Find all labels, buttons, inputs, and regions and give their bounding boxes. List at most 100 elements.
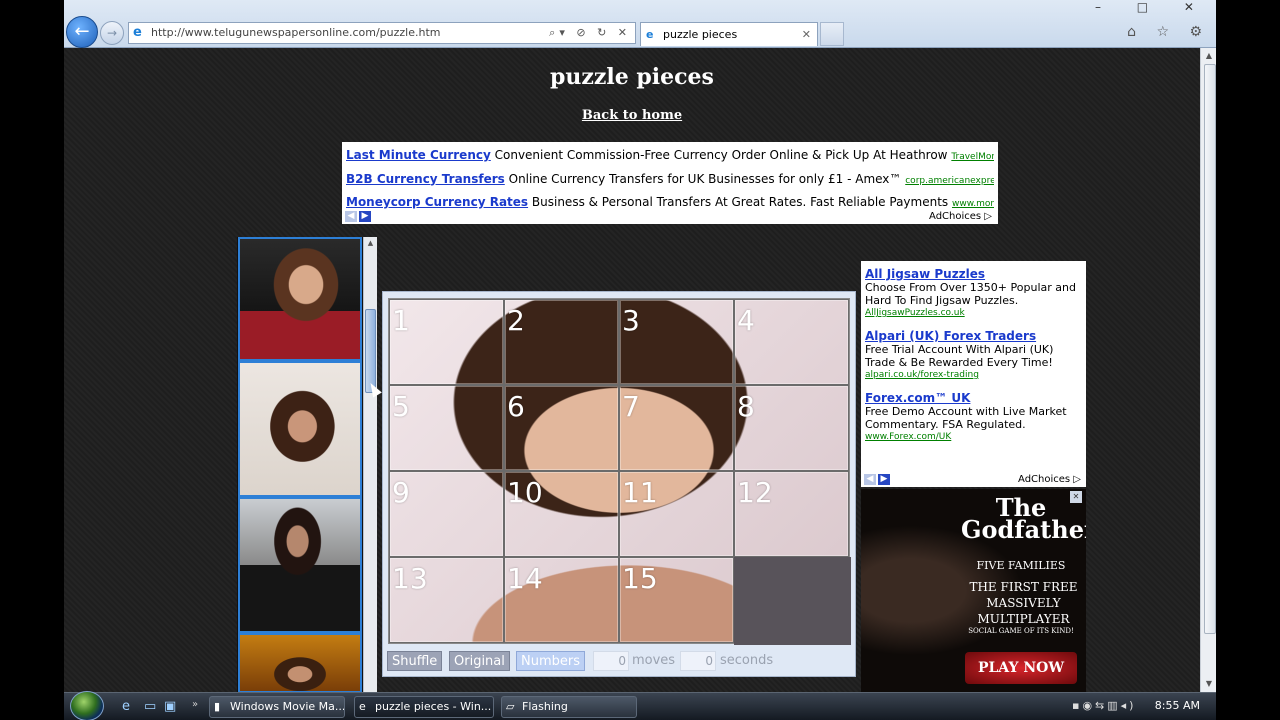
ad-url[interactable]: TravelMoneyNow.com bbox=[951, 152, 994, 162]
ie-quicklaunch-icon[interactable]: e bbox=[122, 699, 130, 714]
tab-title: puzzle pieces bbox=[663, 28, 738, 41]
page-scroll-thumb[interactable] bbox=[1204, 64, 1216, 634]
tile-number: 7 bbox=[622, 390, 640, 423]
task-label: puzzle pieces - Win... bbox=[375, 700, 492, 713]
thumbnail-image[interactable] bbox=[238, 237, 362, 361]
movie-maker-icon: ▮ bbox=[214, 700, 221, 713]
scroll-down-icon[interactable]: ▼ bbox=[1201, 676, 1217, 692]
ad-row[interactable]: Moneycorp Currency Rates Business & Pers… bbox=[346, 192, 994, 216]
tray-icons[interactable]: ▪◉⇆▥◂) bbox=[1072, 699, 1136, 712]
ad-url[interactable]: corp.americanexpress.com bbox=[905, 176, 994, 186]
adchoices-link[interactable]: AdChoices ▷ bbox=[929, 211, 992, 222]
ad-description: Business & Personal Transfers At Great R… bbox=[531, 195, 949, 209]
task-label: Flashing bbox=[522, 700, 568, 713]
thumbnail-image[interactable] bbox=[238, 361, 362, 497]
thumbnail-image[interactable] bbox=[238, 497, 362, 633]
scroll-up-icon[interactable]: ▲ bbox=[364, 237, 377, 249]
ad-row[interactable]: B2B Currency Transfers Online Currency T… bbox=[346, 169, 994, 193]
forward-arrow-icon: → bbox=[106, 26, 118, 40]
ad-title[interactable]: Alpari (UK) Forex Traders bbox=[865, 329, 1082, 343]
game-tagline: THE FIRST FREE MASSIVELY MULTIPLAYER bbox=[969, 580, 1078, 626]
puzzle-tile[interactable]: 5 bbox=[389, 385, 504, 471]
right-text-ad: All Jigsaw Puzzles Choose From Over 1350… bbox=[861, 261, 1086, 487]
taskbar-item[interactable]: ▱ Flashing bbox=[501, 696, 637, 718]
windows-taskbar: e ▭ ▣ » ▮ Windows Movie Ma... e puzzle pie… bbox=[64, 691, 1216, 720]
show-desktop-icon[interactable]: ▭ bbox=[144, 699, 156, 714]
godfather-banner-ad[interactable]: ✕ The Godfather FIVE FAMILIES THE FIRST … bbox=[861, 489, 1086, 692]
tile-number: 3 bbox=[622, 304, 640, 337]
back-arrow-icon: ← bbox=[74, 21, 90, 42]
ad-block[interactable]: Alpari (UK) Forex Traders Free Trial Acc… bbox=[865, 329, 1082, 381]
puzzle-tile[interactable]: 10 bbox=[504, 471, 619, 557]
puzzle-tile[interactable]: 1 bbox=[389, 299, 504, 385]
numbers-button[interactable]: Numbers bbox=[516, 651, 585, 671]
switch-windows-icon[interactable]: ▣ bbox=[164, 699, 176, 714]
ad-next-icon[interactable]: ▶ bbox=[359, 211, 371, 222]
ad-prev-icon[interactable]: ◀ bbox=[864, 474, 876, 485]
shuffle-button[interactable]: Shuffle bbox=[387, 651, 443, 671]
puzzle-tile[interactable]: 11 bbox=[619, 471, 734, 557]
ad-description: Choose From Over 1350+ Popular and Hard … bbox=[865, 281, 1076, 307]
new-tab-button[interactable] bbox=[820, 22, 844, 46]
puzzle-tile[interactable]: 13 bbox=[389, 557, 504, 643]
window-controls[interactable]: – □ ✕ bbox=[1095, 0, 1210, 14]
taskbar-item[interactable]: ▮ Windows Movie Ma... bbox=[209, 696, 345, 718]
thumbnail-scrollbar[interactable]: ▲ bbox=[363, 237, 377, 692]
scroll-up-icon[interactable]: ▲ bbox=[1201, 48, 1217, 64]
ad-title[interactable]: Moneycorp Currency Rates bbox=[346, 195, 528, 209]
ad-prev-icon[interactable]: ◀ bbox=[345, 211, 357, 222]
home-favorites-tools-icons[interactable]: ⌂ ☆ ⚙ bbox=[1127, 24, 1210, 40]
tile-number: 12 bbox=[737, 476, 773, 509]
tab-close-icon[interactable]: ✕ bbox=[802, 23, 811, 46]
ad-row[interactable]: Last Minute Currency Convenient Commissi… bbox=[346, 145, 994, 169]
seconds-counter: 0 bbox=[680, 651, 716, 671]
puzzle-tile[interactable]: 14 bbox=[504, 557, 619, 643]
ad-block[interactable]: All Jigsaw Puzzles Choose From Over 1350… bbox=[865, 267, 1082, 319]
puzzle-tile[interactable]: 7 bbox=[619, 385, 734, 471]
ad-url[interactable]: www.moneycorp.com bbox=[952, 199, 994, 209]
puzzle-tile[interactable]: 6 bbox=[504, 385, 619, 471]
puzzle-tile[interactable]: 4 bbox=[734, 299, 849, 385]
puzzle-tile[interactable]: 2 bbox=[504, 299, 619, 385]
ad-url[interactable]: www.Forex.com/UK bbox=[865, 431, 1082, 443]
original-button[interactable]: Original bbox=[449, 651, 510, 671]
moves-counter: 0 bbox=[593, 651, 629, 671]
puzzle-tile[interactable]: 8 bbox=[734, 385, 849, 471]
puzzle-tile[interactable]: 3 bbox=[619, 299, 734, 385]
tile-number: 8 bbox=[737, 390, 755, 423]
letterbox-left bbox=[0, 0, 64, 720]
back-to-home-link[interactable]: Back to home bbox=[64, 108, 1200, 123]
address-url[interactable]: http://www.telugunewspapersonline.com/pu… bbox=[151, 26, 441, 39]
address-bar[interactable]: e http://www.telugunewspapersonline.com/… bbox=[128, 22, 636, 44]
adchoices-link[interactable]: AdChoices ▷ bbox=[1018, 474, 1081, 485]
forward-button[interactable]: → bbox=[100, 21, 124, 45]
tile-number: 14 bbox=[507, 562, 543, 595]
puzzle-tile[interactable]: 9 bbox=[389, 471, 504, 557]
ad-title[interactable]: Last Minute Currency bbox=[346, 148, 491, 162]
play-now-button[interactable]: PLAY NOW bbox=[965, 652, 1077, 684]
puzzle-tile[interactable]: 15 bbox=[619, 557, 734, 643]
back-button[interactable]: ← bbox=[66, 16, 98, 48]
ad-title[interactable]: All Jigsaw Puzzles bbox=[865, 267, 1082, 281]
tab-puzzle-pieces[interactable]: e puzzle pieces ✕ bbox=[640, 22, 818, 46]
tile-number: 4 bbox=[737, 304, 755, 337]
quicklaunch-expand-icon[interactable]: » bbox=[192, 699, 198, 710]
taskbar-item[interactable]: e puzzle pieces - Win... bbox=[354, 696, 494, 718]
empty-slot[interactable] bbox=[734, 557, 851, 645]
page-scrollbar[interactable]: ▲ ▼ bbox=[1200, 48, 1216, 692]
game-logo: The Godfather bbox=[961, 493, 1086, 544]
clock[interactable]: 8:55 AM bbox=[1155, 699, 1200, 712]
ad-next-icon[interactable]: ▶ bbox=[878, 474, 890, 485]
ad-url[interactable]: AllJigsawPuzzles.co.uk bbox=[865, 307, 1082, 319]
puzzle-tile[interactable]: 12 bbox=[734, 471, 849, 557]
ad-title[interactable]: B2B Currency Transfers bbox=[346, 172, 505, 186]
ad-title[interactable]: Forex.com™ UK bbox=[865, 391, 1082, 405]
ad-block[interactable]: Forex.com™ UK Free Demo Account with Liv… bbox=[865, 391, 1082, 443]
system-tray: ▪◉⇆▥◂) 8:55 AM bbox=[1066, 693, 1216, 720]
address-controls[interactable]: ⌕▾ ⊘ ↻ ✕ bbox=[549, 23, 631, 43]
ad-description: Free Trial Account With Alpari (UK) Trad… bbox=[865, 343, 1054, 369]
tile-number: 11 bbox=[622, 476, 658, 509]
thumbnail-image[interactable] bbox=[238, 633, 362, 692]
ad-url[interactable]: alpari.co.uk/forex-trading bbox=[865, 369, 1082, 381]
start-button[interactable] bbox=[70, 691, 104, 720]
